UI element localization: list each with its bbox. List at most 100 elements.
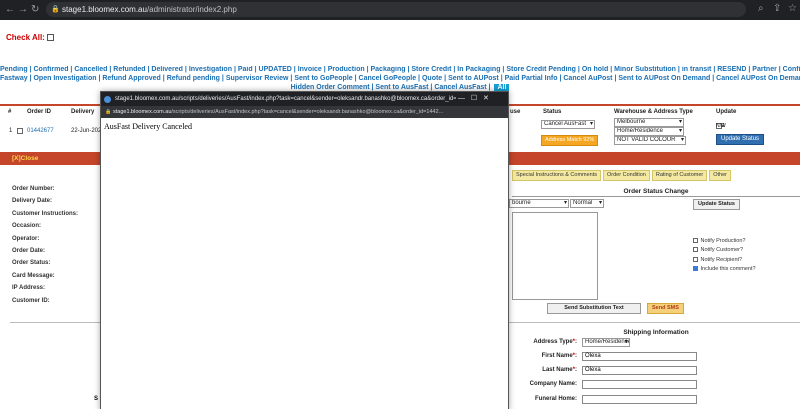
notify-customer-label: Notify Customer? (700, 247, 744, 253)
filter-link[interactable]: Production (328, 66, 365, 73)
filter-line-1: Pending | Confirmed | Cancelled | Refund… (0, 66, 800, 75)
filter-link[interactable]: Investigation (189, 66, 232, 73)
close-icon[interactable]: ✕ (483, 95, 489, 102)
filter-link[interactable]: Cancel AUPost On Demand (716, 75, 800, 82)
first-name-input[interactable]: Olexa (582, 352, 697, 361)
url-path: /administrator/index2.php (146, 5, 237, 14)
maximize-icon[interactable]: ☐ (471, 95, 477, 102)
field-customer-instructions: Customer Instructions: (12, 210, 79, 217)
minimize-icon[interactable]: — (458, 95, 465, 102)
warehouse-select[interactable]: Melbourne (614, 118, 684, 127)
update-status-button[interactable]: Update Status (716, 134, 765, 145)
nr-label: N/R (716, 123, 725, 129)
notify-customer[interactable]: Notify Customer? (693, 247, 743, 253)
last-name-input[interactable]: Olexa (582, 366, 697, 375)
reload-icon[interactable]: ↻ (31, 3, 39, 16)
field-ip-address: IP Address: (12, 285, 46, 292)
filter-link[interactable]: In Packaging (457, 66, 500, 73)
notify-customer-checkbox[interactable] (693, 247, 698, 253)
filter-link[interactable]: Refunded (113, 66, 145, 73)
col-delivery: Delivery (71, 109, 95, 115)
priority-select[interactable]: Normal (570, 199, 604, 208)
address-type-select[interactable]: Home/Residence (614, 127, 684, 136)
ship-address-type-select[interactable]: Home/Residence (582, 338, 630, 347)
filter-link[interactable]: Quote (422, 75, 442, 82)
filter-link[interactable]: Open Investigation (33, 75, 96, 82)
zoom-icon[interactable]: ⌕ (758, 3, 764, 14)
row-checkbox[interactable] (17, 128, 23, 134)
company-input[interactable] (582, 380, 697, 389)
tab-rating[interactable]: Rating of Customer (651, 170, 708, 181)
check-all-checkbox[interactable] (46, 34, 54, 42)
address-bar[interactable]: 🔒 stage1.bloomex.com.au/administrator/in… (46, 2, 746, 17)
filter-link[interactable]: Paid Partial Info (505, 75, 558, 82)
filter-link[interactable]: Supervisor Review (226, 75, 289, 82)
filter-link[interactable]: Store Credit (411, 66, 451, 73)
popup-address-bar[interactable]: 🔒 stage1.bloomex.com.au/scripts/deliveri… (101, 106, 508, 118)
notify-recipient[interactable]: Notify Recipient? (693, 257, 742, 263)
include-comment[interactable]: Include this comment? (693, 266, 756, 272)
col-status: Status (543, 109, 562, 115)
filter-link[interactable]: Cancel AuPost (563, 75, 612, 82)
address-match-button[interactable]: Address Match 92% (541, 135, 599, 146)
send-substitution-button[interactable]: Send Substitution Text (547, 303, 641, 314)
tab-special-instructions[interactable]: Special Instructions & Comments (512, 170, 602, 181)
filter-link[interactable]: Hidden Order Comment (291, 84, 370, 91)
filter-link[interactable]: Confirm Partner (783, 66, 800, 73)
filter-link[interactable]: Pending (0, 66, 28, 73)
filter-link[interactable]: Cancel GoPeople (359, 75, 417, 82)
filter-link[interactable]: Sent to AusFast (375, 84, 428, 91)
filter-link[interactable]: Fastway (0, 75, 28, 82)
col-order-id: Order ID (27, 109, 52, 115)
filter-link[interactable]: Paid (238, 66, 253, 73)
field-order-number: Order Number: (12, 186, 55, 192)
filter-link[interactable]: Refund pending (167, 75, 220, 82)
popup-window: stage1.bloomex.com.au/scripts/deliveries… (100, 91, 509, 409)
filter-link[interactable]: Minor Substitution (614, 66, 676, 73)
filter-link[interactable]: Refund Approved (102, 75, 160, 82)
filter-link[interactable]: Sent to AUPost On Demand (618, 75, 710, 82)
tab-order-condition[interactable]: Order Condition (603, 170, 650, 181)
filter-link[interactable]: Cancelled (74, 66, 107, 73)
close-link[interactable]: [X]Close (12, 155, 38, 162)
send-sms-button[interactable]: Send SMS (647, 303, 684, 314)
filter-link[interactable]: Confirmed (33, 66, 68, 73)
window-controls: — ☐ ✕ (456, 92, 508, 106)
filter-link[interactable]: in transit (682, 66, 712, 73)
share-icon[interactable]: ⇪ (773, 3, 781, 14)
filter-link[interactable]: Sent to GoPeople (294, 75, 352, 82)
filter-link[interactable]: RESEND (717, 66, 746, 73)
field-order-status: Order Status: (12, 260, 51, 267)
filter-link[interactable]: On hold (582, 66, 608, 73)
filter-link[interactable]: Partner (752, 66, 777, 73)
filter-link[interactable]: Cancel AusFast (434, 84, 486, 91)
bookmark-star-icon[interactable]: ☆ (788, 3, 797, 14)
status-change-update-button[interactable]: Update Status (693, 199, 740, 210)
order-id-link[interactable]: 01442677 (27, 128, 54, 134)
filter-link[interactable]: Sent to AUPost (448, 75, 499, 82)
colour-select[interactable]: NOT VALID COLOUR (614, 136, 686, 145)
filter-link[interactable]: Delivered (151, 66, 183, 73)
notify-production-checkbox[interactable] (693, 238, 698, 244)
tab-other[interactable]: Other (709, 170, 731, 181)
status-warehouse-select[interactable]: bourne (509, 199, 569, 208)
status-comment-textarea[interactable] (512, 212, 598, 300)
include-comment-checkbox[interactable] (693, 266, 698, 272)
filter-link[interactable]: UPDATED (259, 66, 292, 73)
check-all[interactable]: Check All: (6, 33, 54, 42)
filter-separator: | (486, 83, 493, 91)
popup-title: stage1.bloomex.com.au/scripts/deliveries… (115, 96, 486, 102)
filter-link[interactable]: Invoice (298, 66, 322, 73)
last-name-label: Last Name*: (542, 367, 577, 373)
notify-production[interactable]: Notify Production? (693, 238, 745, 244)
popup-url-host: stage1.bloomex.com.au (113, 109, 172, 115)
filter-link[interactable]: Packaging (371, 66, 406, 73)
funeral-home-input[interactable] (582, 395, 697, 404)
status-select[interactable]: Cancel AusFast (541, 120, 595, 129)
forward-icon[interactable]: → (18, 3, 28, 16)
back-icon[interactable]: ← (5, 3, 15, 16)
address-type-label: Address Type*: (533, 339, 577, 345)
notify-recipient-checkbox[interactable] (693, 257, 698, 263)
shipping-title: Shipping Information (623, 329, 689, 336)
filter-link[interactable]: Store Credit Pending (506, 66, 576, 73)
